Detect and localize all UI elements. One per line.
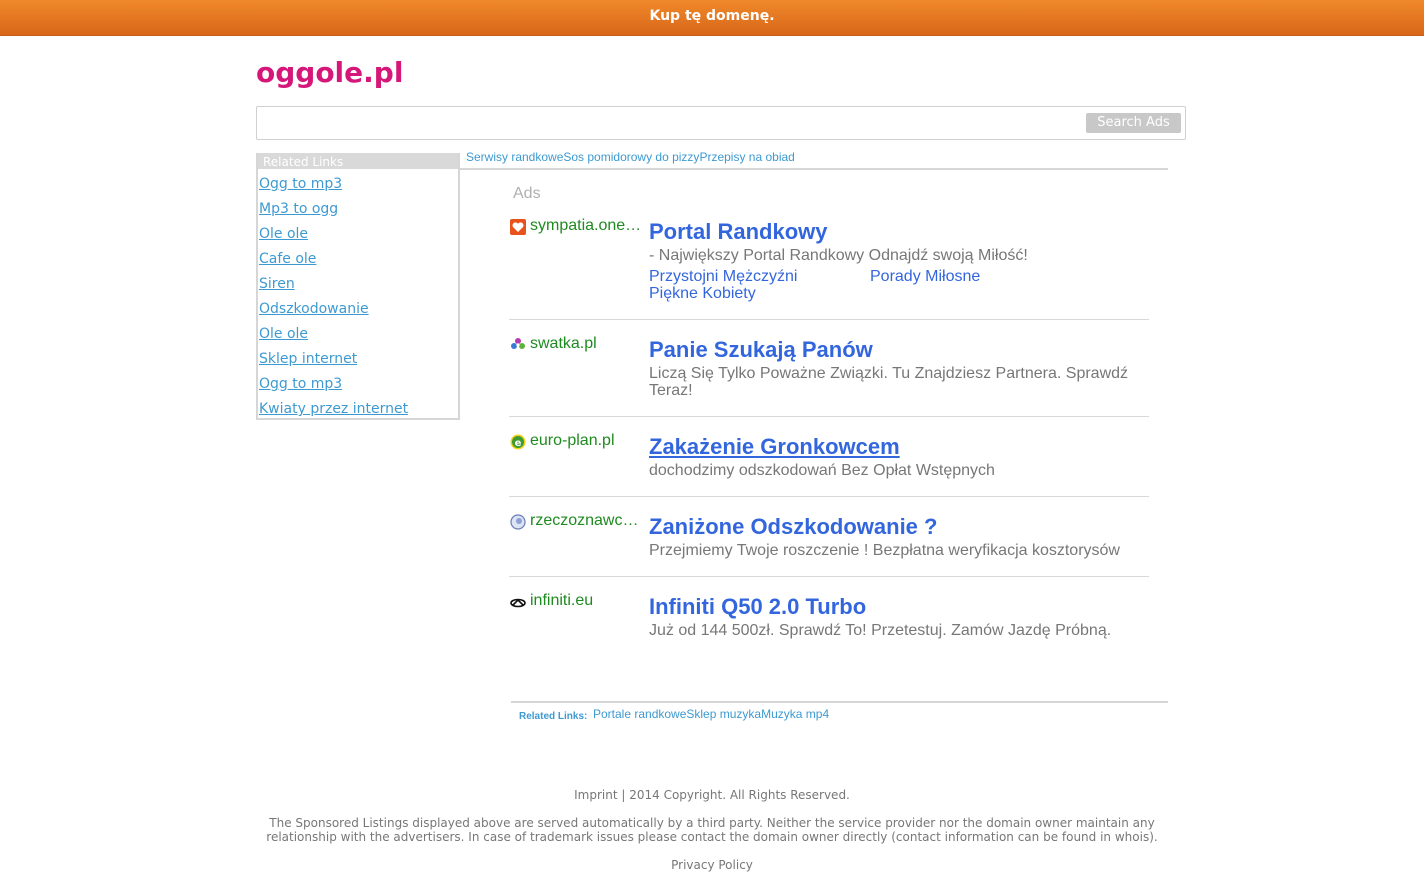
search-input[interactable] (261, 111, 1081, 135)
imprint-link[interactable]: Imprint (574, 788, 617, 802)
ad-domain[interactable]: euro-plan.pl (530, 432, 642, 450)
footer-copyright: Imprint | 2014 Copyright. All Rights Res… (0, 788, 1424, 802)
related-link[interactable]: Mp3 to ogg (259, 201, 338, 217)
related-links-sidebar: Related Links Ogg to mp3 Mp3 to ogg Ole … (256, 153, 460, 420)
ad-title[interactable]: Infiniti Q50 2.0 Turbo (649, 594, 866, 620)
related-link[interactable]: Ole ole (259, 226, 308, 242)
buy-domain-link[interactable]: Kup tę domenę. (0, 0, 1424, 33)
ad-description: Liczą Się Tylko Poważne Związki. Tu Znaj… (649, 365, 1129, 399)
top-link[interactable]: Serwisy randkowe (466, 150, 563, 164)
ad-listing: sympatia.onet.pl Portal Randkowy - Najwi… (509, 217, 1149, 320)
ad-title[interactable]: Zaniżone Odszkodowanie ? (649, 514, 937, 540)
search-ads-button[interactable]: Search Ads (1086, 113, 1181, 133)
top-link[interactable]: Sos pomidorowy do pizzy (563, 150, 699, 164)
ad-domain[interactable]: swatka.pl (530, 335, 642, 353)
bottom-related-link[interactable]: Sklep muzyka (686, 707, 761, 721)
ad-title[interactable]: Zakażenie Gronkowcem (649, 434, 900, 460)
related-link[interactable]: Sklep internet (259, 351, 357, 367)
disclaimer-line: relationship with the advertisers. In ca… (266, 830, 1158, 844)
related-link[interactable]: Siren (259, 276, 295, 292)
footer-privacy: Privacy Policy (0, 858, 1424, 872)
bottom-related-link[interactable]: Portale randkowe (593, 707, 686, 721)
ad-domain[interactable]: rzeczoznawca.pl (530, 512, 642, 530)
ad-listing: rzeczoznawca.pl Zaniżone Odszkodowanie ?… (509, 512, 1149, 577)
ads-label: Ads (513, 185, 541, 202)
related-link[interactable]: Kwiaty przez internet (259, 401, 408, 417)
ad-title[interactable]: Portal Randkowy (649, 219, 827, 245)
site-logo: oggole.pl (256, 56, 404, 89)
ad-domain[interactable]: infiniti.eu (530, 592, 642, 610)
globe-icon (510, 514, 526, 530)
bottom-related-link[interactable]: Muzyka mp4 (761, 707, 829, 721)
related-link[interactable]: Odszkodowanie (259, 301, 369, 317)
ad-description: Przejmiemy Twoje roszczenie ! Bezpłatna … (649, 542, 1120, 559)
heart-icon (510, 219, 526, 235)
related-link[interactable]: Ogg to mp3 (259, 376, 342, 392)
ad-description: Już od 144 500zł. Sprawdź To! Przetestuj… (649, 622, 1112, 639)
bottom-related-links: Related Links: Portale randkoweSklep muz… (511, 701, 1168, 727)
flower-icon (511, 338, 525, 349)
ad-description: dochodzimy odszkodowań Bez Opłat Wstępny… (649, 462, 995, 479)
ad-domain[interactable]: sympatia.onet.pl (530, 217, 642, 235)
ad-sitelink[interactable]: Porady Miłosne (870, 268, 980, 286)
privacy-policy-link[interactable]: Privacy Policy (671, 858, 753, 872)
top-link[interactable]: Przepisy na obiad (699, 150, 794, 164)
related-link[interactable]: Ole ole (259, 326, 308, 342)
footer-disclaimer: The Sponsored Listings displayed above a… (0, 816, 1424, 844)
ad-listing: e euro-plan.pl Zakażenie Gronkowcem doch… (509, 432, 1149, 497)
related-links-header: Related Links (258, 153, 458, 169)
related-link[interactable]: Cafe ole (259, 251, 316, 267)
bottom-related-label: Related Links: (519, 711, 588, 722)
search-bar: Search Ads (256, 106, 1186, 140)
top-related-links: Serwisy randkoweSos pomidorowy do pizzyP… (460, 150, 1168, 170)
buy-domain-banner: Kup tę domenę. (0, 0, 1424, 36)
ad-sitelink[interactable]: Piękne Kobiety (649, 285, 756, 303)
ad-sitelink[interactable]: Przystojni Mężczyźni (649, 268, 797, 286)
svg-text:e: e (515, 438, 522, 449)
ad-title[interactable]: Panie Szukają Panów (649, 337, 873, 363)
copyright-text: | 2014 Copyright. All Rights Reserved. (617, 788, 850, 802)
ad-listing: swatka.pl Panie Szukają Panów Liczą Się … (509, 335, 1149, 417)
ad-description: - Największy Portal Randkowy Odnajdź swo… (649, 247, 1028, 264)
related-links-list: Ogg to mp3 Mp3 to ogg Ole ole Cafe ole S… (258, 169, 458, 419)
disclaimer-line: The Sponsored Listings displayed above a… (269, 816, 1155, 830)
infiniti-logo-icon (510, 598, 526, 608)
related-link[interactable]: Ogg to mp3 (259, 176, 342, 192)
e-circle-icon: e (510, 434, 526, 450)
ad-listing: infiniti.eu Infiniti Q50 2.0 Turbo Już o… (509, 592, 1149, 644)
